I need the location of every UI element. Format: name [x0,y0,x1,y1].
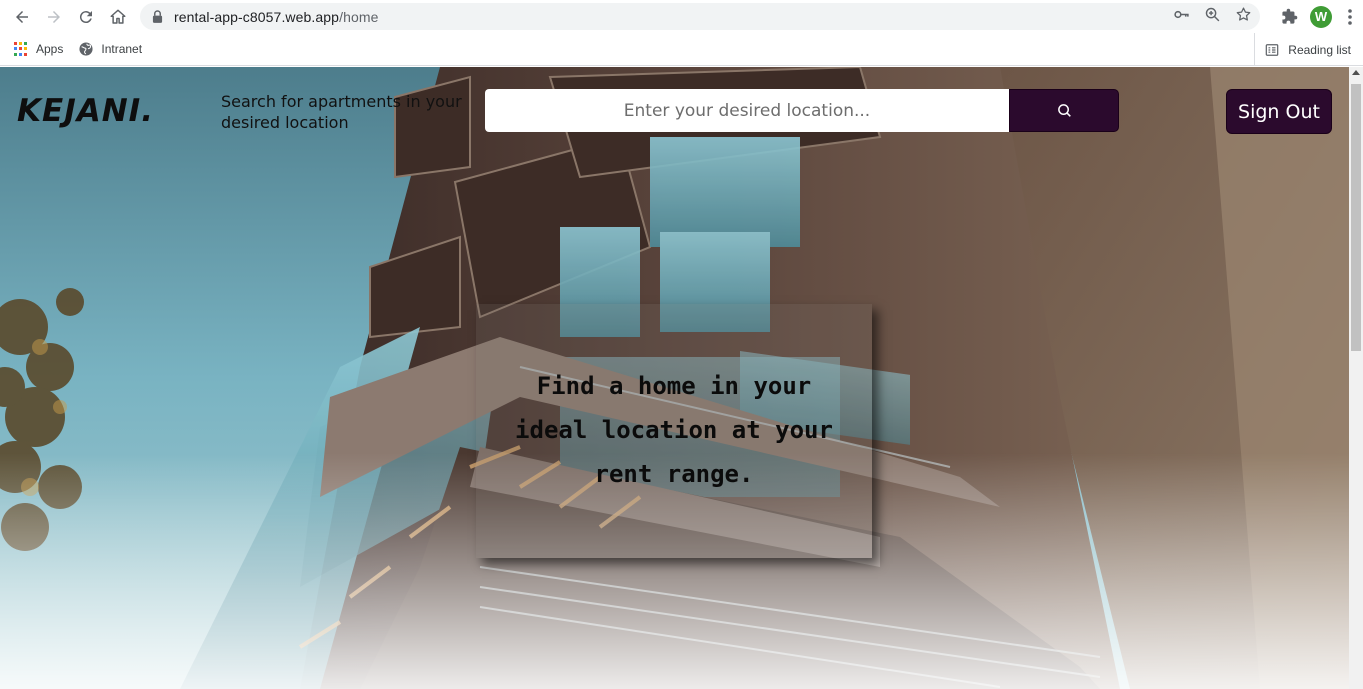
url-path: /home [339,8,379,25]
home-icon[interactable] [102,1,134,33]
address-bar[interactable]: rental-app-c8057.web.app/home [140,3,1260,30]
site-logo[interactable]: KEJANI. [17,93,154,129]
globe-icon [79,42,93,56]
site-tagline: Search for apartments in your desired lo… [221,92,462,132]
url-text: rental-app-c8057.web.app/home [174,9,379,25]
menu-icon[interactable] [1337,1,1363,33]
reload-icon[interactable] [70,1,102,33]
page-viewport: KEJANI. Search for apartments in your de… [0,67,1363,689]
bookmark-label: Apps [36,42,64,56]
bookmark-apps[interactable]: Apps [14,42,63,56]
reading-list-label: Reading list [1288,42,1351,57]
scroll-up-icon[interactable] [1352,70,1360,75]
location-search-input[interactable] [485,89,1009,132]
url-host: rental-app-c8057.web.app [174,8,340,25]
reading-list-icon [1265,43,1279,56]
hero-background: KEJANI. Search for apartments in your de… [0,67,1349,689]
zoom-icon[interactable] [1204,6,1221,27]
scrollbar-thumb[interactable] [1351,84,1361,351]
search-icon [1057,104,1071,117]
extensions-icon[interactable] [1273,1,1305,33]
hero-headline: Find a home in your ideal location at yo… [515,372,833,488]
search-button[interactable] [1009,89,1119,132]
forward-icon[interactable] [38,1,70,33]
bookmark-label: Intranet [101,42,143,56]
bookmarks-bar: Apps Intranet Reading list [0,33,1363,66]
avatar: W [1310,5,1332,28]
sign-out-button[interactable]: Sign Out [1226,89,1332,134]
profile-avatar[interactable]: W [1305,1,1337,33]
hero-card: Find a home in your ideal location at yo… [476,304,872,558]
bookmark-intranet[interactable]: Intranet [79,42,142,56]
browser-toolbar: rental-app-c8057.web.app/home W [0,0,1363,33]
lock-icon[interactable] [152,10,164,24]
search-bar [485,89,1119,132]
back-icon[interactable] [6,1,38,33]
reading-list[interactable]: Reading list [1254,33,1351,66]
page-scrollbar[interactable] [1349,67,1363,689]
apps-grid-icon [14,42,28,56]
key-icon[interactable] [1173,6,1190,27]
star-icon[interactable] [1235,6,1252,27]
